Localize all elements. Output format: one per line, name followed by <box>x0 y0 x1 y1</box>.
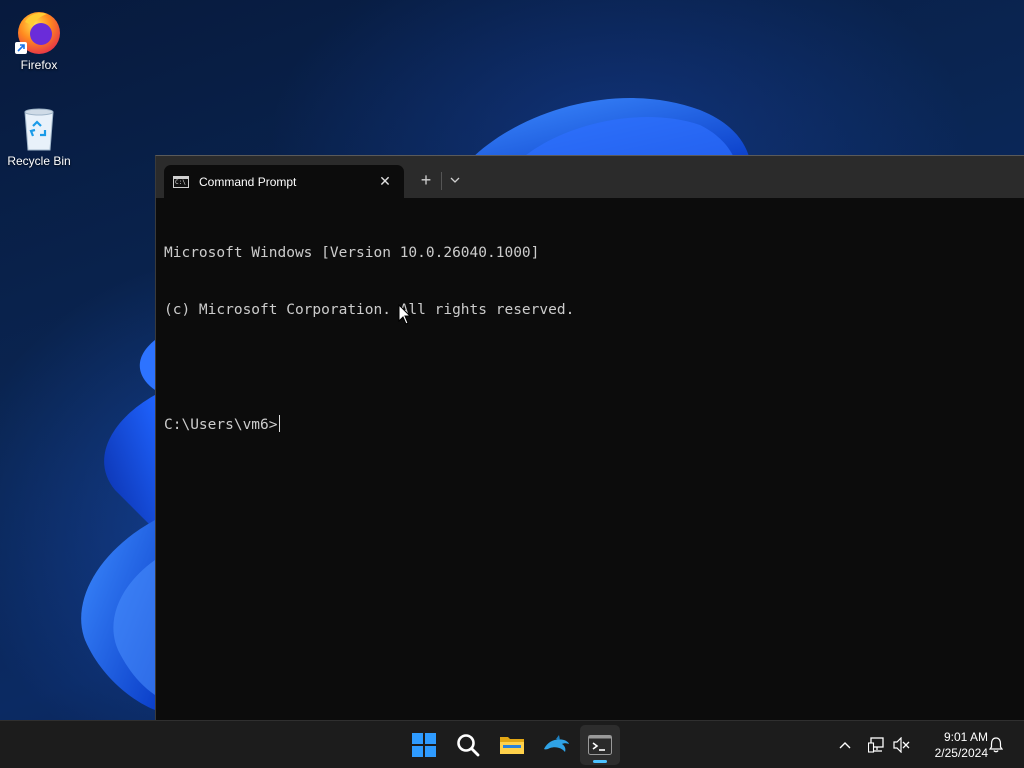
terminal-app-button[interactable] <box>580 725 620 765</box>
show-hidden-icons-button[interactable] <box>834 733 856 757</box>
command-prompt-text: C:\Users\vm6> <box>164 417 278 433</box>
text-cursor <box>278 415 280 432</box>
console-prompt-line: C:\Users\vm6> <box>164 415 574 434</box>
new-tab-button[interactable]: + <box>414 168 438 192</box>
terminal-icon <box>588 735 612 755</box>
notifications-button[interactable] <box>986 733 1006 757</box>
network-button[interactable] <box>866 733 888 757</box>
desktop-icon-recycle-bin[interactable]: Recycle Bin <box>1 104 77 168</box>
volume-button[interactable] <box>891 733 913 757</box>
desktop-icon-firefox[interactable]: Firefox <box>1 8 77 72</box>
desktop-icon-label: Recycle Bin <box>7 154 71 168</box>
title-bar[interactable]: C:\ Command Prompt ✕ + <box>156 156 1024 198</box>
mouse-pointer-icon <box>398 304 412 325</box>
desktop: Firefox Recycle Bin C:\ Command Prompt ✕… <box>0 0 1024 720</box>
dolphin-icon <box>544 735 569 752</box>
network-icon <box>868 737 884 753</box>
tab-command-prompt[interactable]: C:\ Command Prompt ✕ <box>164 165 404 198</box>
bell-icon <box>989 737 1003 753</box>
tab-title: Command Prompt <box>199 174 297 189</box>
command-prompt-icon: C:\ <box>173 175 189 188</box>
console-line: (c) Microsoft Corporation. All rights re… <box>164 302 575 318</box>
active-indicator <box>593 760 607 763</box>
desktop-icon-label: Firefox <box>20 58 58 72</box>
taskbar: 9:01 AM 2/25/2024 <box>0 720 1024 768</box>
terminal-window: C:\ Command Prompt ✕ + Microsoft Windows… <box>155 155 1024 720</box>
windows-logo-icon <box>412 733 436 757</box>
console-line: Microsoft Windows [Version 10.0.26040.10… <box>164 245 540 261</box>
system-clock[interactable]: 9:01 AM 2/25/2024 <box>918 729 988 761</box>
clock-date: 2/25/2024 <box>934 746 988 760</box>
firefox-icon <box>15 8 63 56</box>
volume-muted-icon <box>893 737 910 753</box>
start-button[interactable] <box>404 725 444 765</box>
divider <box>441 172 442 190</box>
folder-icon <box>500 737 524 754</box>
chevron-down-icon <box>450 177 460 183</box>
console-output[interactable]: Microsoft Windows [Version 10.0.26040.10… <box>164 206 574 472</box>
close-tab-icon[interactable]: ✕ <box>374 171 396 193</box>
file-explorer-button[interactable] <box>492 725 532 765</box>
clock-time: 9:01 AM <box>943 730 988 744</box>
chevron-up-icon <box>839 742 851 749</box>
search-icon <box>457 734 480 757</box>
search-button[interactable] <box>448 725 488 765</box>
tab-dropdown-button[interactable] <box>444 168 466 192</box>
recycle-bin-icon <box>15 104 63 152</box>
dolphin-app-button[interactable] <box>536 725 576 765</box>
